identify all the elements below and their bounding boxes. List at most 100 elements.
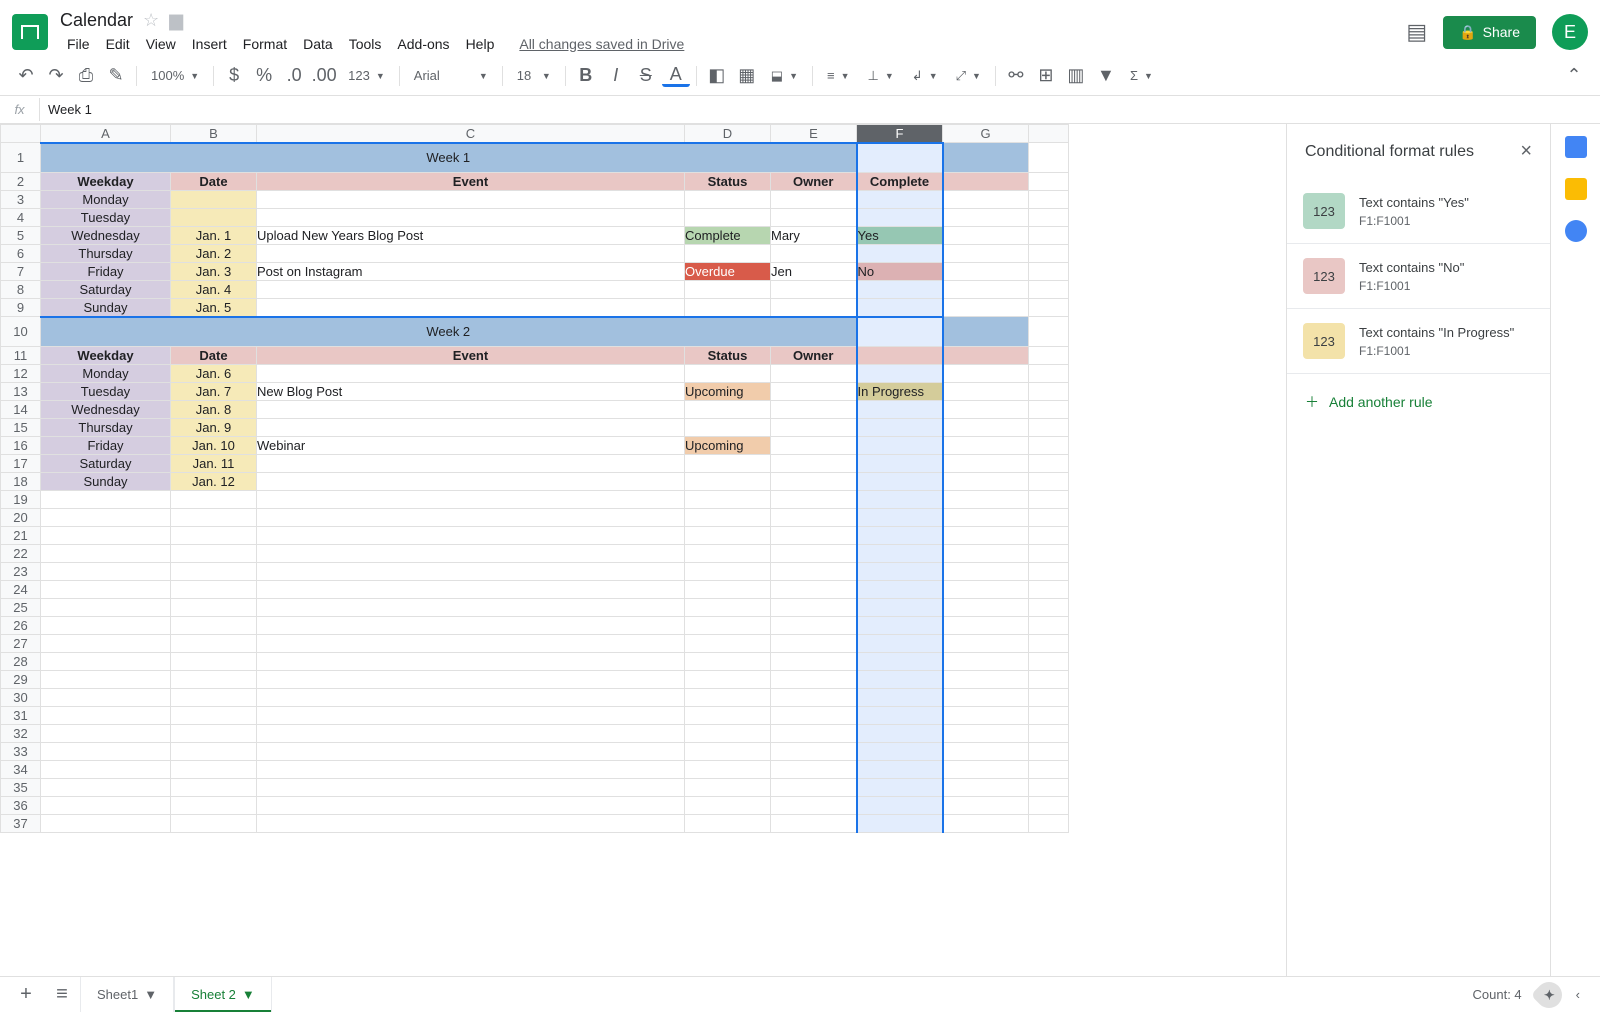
row-header[interactable]: 18	[1, 473, 41, 491]
row-header[interactable]: 28	[1, 653, 41, 671]
cell[interactable]	[171, 707, 257, 725]
cell-complete[interactable]	[857, 281, 943, 299]
functions-button[interactable]: Σ▼	[1122, 62, 1161, 90]
cell[interactable]	[857, 509, 943, 527]
cell[interactable]	[41, 653, 171, 671]
cell[interactable]	[171, 617, 257, 635]
link-button[interactable]: ⚯	[1002, 62, 1030, 90]
cell[interactable]	[1029, 671, 1069, 689]
cell[interactable]	[771, 581, 857, 599]
cell-event[interactable]	[257, 401, 685, 419]
cell[interactable]	[1029, 191, 1069, 209]
cell-status[interactable]	[685, 299, 771, 317]
cell-date[interactable]: Jan. 3	[171, 263, 257, 281]
cell[interactable]	[171, 599, 257, 617]
cell[interactable]	[943, 815, 1029, 833]
cell-status[interactable]: Complete	[685, 227, 771, 245]
cell[interactable]	[857, 491, 943, 509]
row-header[interactable]: 6	[1, 245, 41, 263]
save-status[interactable]: All changes saved in Drive	[519, 36, 684, 52]
row-header[interactable]: 37	[1, 815, 41, 833]
cell-event[interactable]: Post on Instagram	[257, 263, 685, 281]
decrease-decimal-button[interactable]: .0	[280, 62, 308, 90]
star-icon[interactable]: ☆	[143, 10, 159, 31]
fill-color-button[interactable]: ◧	[703, 62, 731, 90]
cell[interactable]	[1029, 815, 1069, 833]
redo-button[interactable]: ↷	[42, 62, 70, 90]
cell-weekday[interactable]: Sunday	[41, 299, 171, 317]
cell[interactable]	[685, 653, 771, 671]
cell[interactable]	[171, 581, 257, 599]
cell[interactable]	[771, 563, 857, 581]
cell[interactable]	[943, 761, 1029, 779]
spreadsheet-grid[interactable]: A B C D E F G 1Week 12WeekdayDateEventSt…	[0, 124, 1069, 833]
row-header[interactable]: 30	[1, 689, 41, 707]
cell[interactable]	[1029, 563, 1069, 581]
row-header[interactable]: 3	[1, 191, 41, 209]
cell[interactable]	[685, 671, 771, 689]
cell-owner[interactable]	[771, 245, 857, 263]
row-header[interactable]: 14	[1, 401, 41, 419]
cell[interactable]	[257, 743, 685, 761]
cell-status[interactable]	[685, 401, 771, 419]
row-header[interactable]: 32	[1, 725, 41, 743]
cell-complete[interactable]	[857, 455, 943, 473]
cell[interactable]	[857, 545, 943, 563]
header-event[interactable]: Event	[257, 347, 685, 365]
row-header[interactable]: 10	[1, 317, 41, 347]
cell[interactable]	[1029, 797, 1069, 815]
cell-owner[interactable]	[771, 401, 857, 419]
cell[interactable]	[1029, 527, 1069, 545]
menu-insert[interactable]: Insert	[185, 33, 234, 55]
cell-weekday[interactable]: Saturday	[41, 455, 171, 473]
cell[interactable]	[857, 635, 943, 653]
rotate-button[interactable]: ⤢▼	[948, 62, 989, 90]
cell[interactable]	[685, 815, 771, 833]
cell-event[interactable]	[257, 281, 685, 299]
cell[interactable]	[771, 491, 857, 509]
cell-date[interactable]: Jan. 12	[171, 473, 257, 491]
cell[interactable]	[257, 689, 685, 707]
col-header-g[interactable]: G	[943, 125, 1029, 143]
cell[interactable]	[943, 401, 1029, 419]
tab-sheet2[interactable]: Sheet 2▼	[174, 977, 272, 1012]
cell[interactable]	[685, 599, 771, 617]
header-event[interactable]: Event	[257, 173, 685, 191]
cell[interactable]	[1029, 491, 1069, 509]
close-panel-button[interactable]: ×	[1520, 140, 1532, 163]
header-weekday[interactable]: Weekday	[41, 173, 171, 191]
col-header-f[interactable]: F	[857, 125, 943, 143]
cell-status[interactable]	[685, 209, 771, 227]
row-header[interactable]: 5	[1, 227, 41, 245]
sheets-logo-icon[interactable]	[12, 14, 48, 50]
cell-owner[interactable]	[771, 419, 857, 437]
cell-complete[interactable]	[857, 299, 943, 317]
cell[interactable]	[41, 743, 171, 761]
cell-status[interactable]	[685, 365, 771, 383]
comment-button[interactable]: ⊞	[1032, 62, 1060, 90]
header-status[interactable]: Status	[685, 173, 771, 191]
cell-event[interactable]	[257, 191, 685, 209]
cell[interactable]	[685, 563, 771, 581]
explore-button[interactable]: ✦	[1530, 976, 1567, 1013]
cell-complete[interactable]	[857, 473, 943, 491]
format-rule[interactable]: 123Text contains "In Progress"F1:F1001	[1287, 309, 1550, 374]
cell-event[interactable]	[257, 209, 685, 227]
menu-help[interactable]: Help	[459, 33, 502, 55]
cell[interactable]	[857, 743, 943, 761]
share-button[interactable]: 🔒 Share	[1443, 16, 1536, 49]
cell[interactable]	[771, 635, 857, 653]
row-header[interactable]: 16	[1, 437, 41, 455]
cell-complete[interactable]	[857, 191, 943, 209]
cell-date[interactable]: Jan. 9	[171, 419, 257, 437]
cell[interactable]	[771, 545, 857, 563]
cell-weekday[interactable]: Tuesday	[41, 383, 171, 401]
cell[interactable]	[1029, 419, 1069, 437]
cell-date[interactable]: Jan. 6	[171, 365, 257, 383]
cell[interactable]	[41, 527, 171, 545]
cell-event[interactable]	[257, 419, 685, 437]
cell[interactable]	[1029, 173, 1069, 191]
cell[interactable]	[1029, 263, 1069, 281]
cell-date[interactable]: Jan. 2	[171, 245, 257, 263]
cell-status[interactable]	[685, 281, 771, 299]
